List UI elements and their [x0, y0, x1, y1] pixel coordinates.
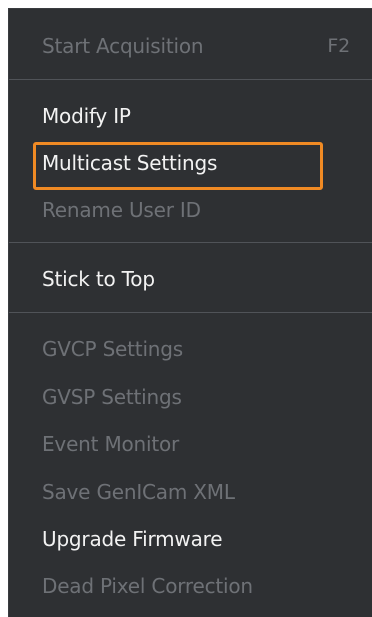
menu-item-label: Multicast Settings [42, 151, 218, 175]
shortcut-label: F2 [327, 35, 350, 57]
menu-separator [9, 312, 372, 313]
menu-item-gvcp-settings[interactable]: GVCP Settings [9, 329, 372, 369]
menu-separator [9, 79, 372, 80]
menu-item-label: Dead Pixel Correction [42, 574, 253, 598]
context-menu: Start Acquisition F2 Modify IP Multicast… [8, 8, 372, 617]
menu-item-start-acquisition[interactable]: Start Acquisition F2 [9, 26, 372, 66]
menu-item-label: GVSP Settings [42, 385, 182, 409]
menu-item-stick-to-top[interactable]: Stick to Top [9, 259, 372, 299]
menu-item-label: Modify IP [42, 104, 131, 128]
menu-item-dead-pixel-correction[interactable]: Dead Pixel Correction [9, 566, 372, 606]
menu-separator [9, 242, 372, 243]
menu-item-label: Event Monitor [42, 432, 180, 456]
menu-item-rename-user-id[interactable]: Rename User ID [9, 190, 372, 230]
menu-item-save-genicam-xml[interactable]: Save GenICam XML [9, 472, 372, 512]
menu-item-event-monitor[interactable]: Event Monitor [9, 424, 372, 464]
menu-item-label: Start Acquisition [42, 34, 204, 58]
menu-item-upgrade-firmware[interactable]: Upgrade Firmware [9, 519, 372, 559]
menu-item-modify-ip[interactable]: Modify IP [9, 96, 372, 136]
menu-item-label: GVCP Settings [42, 337, 183, 361]
menu-item-multicast-settings[interactable]: Multicast Settings [9, 143, 372, 183]
menu-item-label: Stick to Top [42, 267, 155, 291]
menu-item-label: Rename User ID [42, 198, 201, 222]
menu-item-gvsp-settings[interactable]: GVSP Settings [9, 377, 372, 417]
menu-item-label: Upgrade Firmware [42, 527, 223, 551]
menu-item-label: Save GenICam XML [42, 480, 235, 504]
